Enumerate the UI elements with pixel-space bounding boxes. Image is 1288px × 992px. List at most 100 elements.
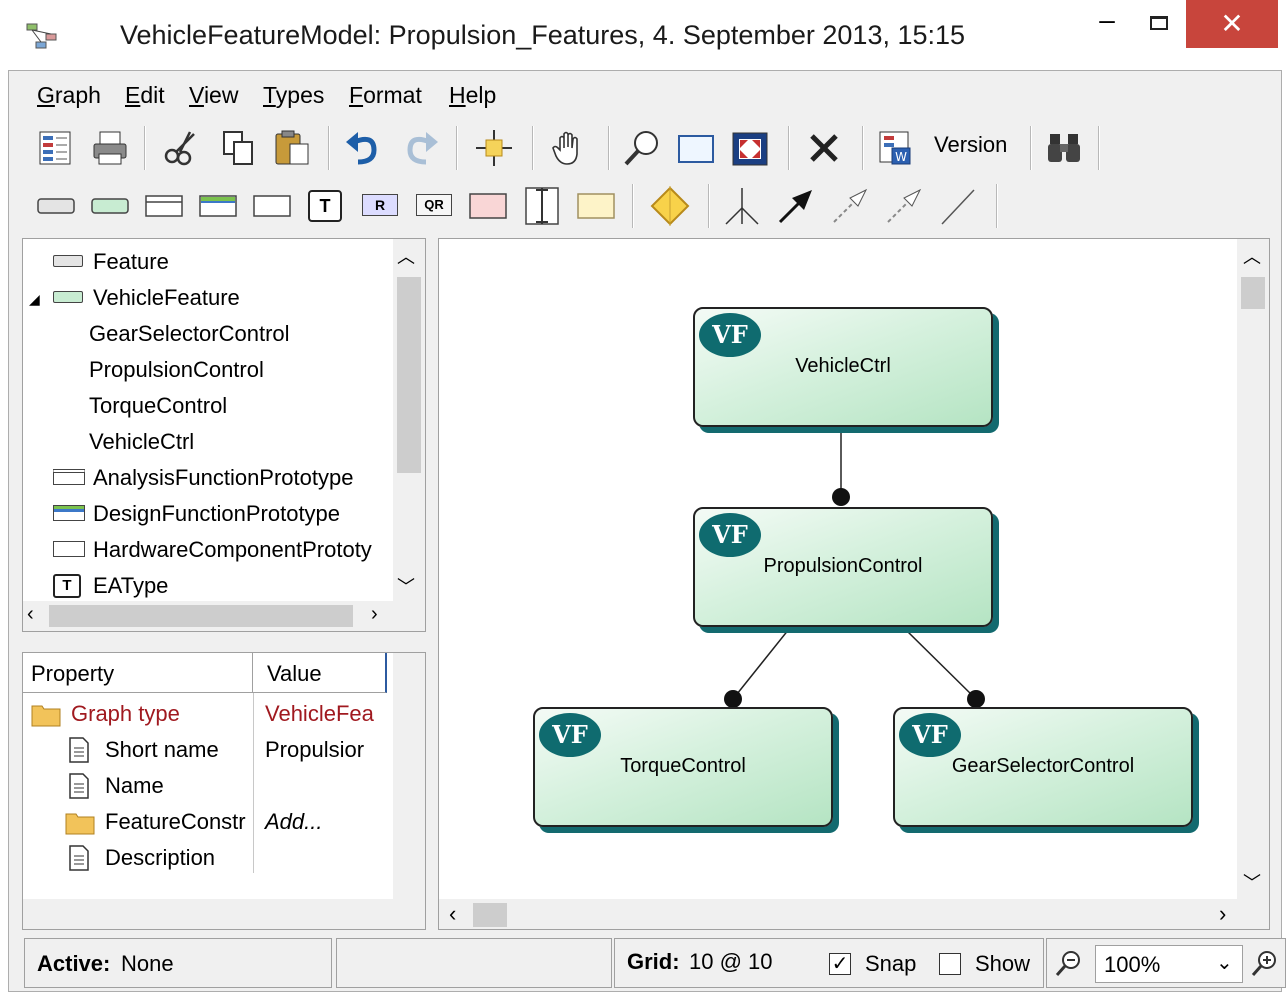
scroll-right-icon[interactable]: ›	[371, 603, 378, 626]
scrollbar-thumb[interactable]	[473, 903, 507, 927]
binoculars-icon[interactable]	[1044, 128, 1084, 168]
active-value: None	[121, 951, 174, 976]
snap-checkbox[interactable]: ✓	[829, 953, 851, 975]
tree-item-vehiclefeature[interactable]: ◢ VehicleFeature	[27, 285, 397, 315]
properties-icon[interactable]	[36, 128, 76, 168]
requirement-shape-icon[interactable]: R	[362, 194, 398, 216]
tree-item-gearselectorcontrol[interactable]: GearSelectorControl	[89, 321, 290, 347]
show-checkbox[interactable]	[939, 953, 961, 975]
delete-icon[interactable]	[804, 128, 844, 168]
paste-icon[interactable]	[272, 128, 312, 168]
hardware-prototype-shape-icon[interactable]	[252, 186, 292, 226]
cut-icon[interactable]	[162, 128, 202, 168]
property-row-short-name[interactable]: Short name Propulsior	[23, 733, 387, 769]
connector-end-dot	[967, 690, 985, 708]
scroll-left-icon[interactable]: ‹	[449, 901, 456, 927]
scroll-up-icon[interactable]: ︿	[1243, 243, 1261, 269]
branch-connector-icon[interactable]	[722, 186, 762, 226]
diagram-canvas[interactable]: VF VehicleCtrl VF PropulsionControl VF T…	[438, 238, 1270, 930]
menu-types[interactable]: Types	[263, 82, 324, 109]
tree-item-analysisfunctionprototype[interactable]: AnalysisFunctionPrototype	[53, 465, 393, 495]
zoom-select[interactable]: 100% ⌄	[1095, 945, 1243, 983]
property-row-name[interactable]: Name	[23, 769, 387, 805]
dashed-arrow-connector-icon[interactable]	[830, 186, 870, 226]
tree-vertical-scrollbar[interactable]: ︿ ﹀	[393, 239, 425, 601]
rectangle-select-icon[interactable]	[676, 128, 716, 168]
grid-status: Grid: 10 @ 10 ✓ Snap Show	[614, 938, 1044, 988]
zoom-icon[interactable]	[622, 128, 662, 168]
pink-shape-icon[interactable]	[468, 186, 508, 226]
diagram-node-torquecontrol[interactable]: VF TorqueControl	[533, 707, 833, 827]
scrollbar-thumb[interactable]	[397, 277, 421, 473]
diamond-connector-icon[interactable]	[650, 186, 690, 226]
scroll-up-icon[interactable]: ︿	[397, 243, 415, 269]
print-icon[interactable]	[90, 128, 130, 168]
vehicle-feature-shape-icon[interactable]	[90, 186, 130, 226]
feature-shape-icon[interactable]	[36, 186, 76, 226]
checkmark-icon: ✓	[831, 953, 849, 975]
property-name: Short name	[105, 737, 219, 762]
scroll-down-icon[interactable]: ﹀	[397, 573, 415, 599]
t-icon: T	[53, 574, 81, 598]
eatype-shape-icon[interactable]: T	[308, 190, 342, 222]
property-column-header[interactable]: Property	[23, 653, 253, 693]
quality-requirement-shape-icon[interactable]: QR	[416, 194, 452, 216]
window-title: VehicleFeatureModel: Propulsion_Features…	[120, 20, 966, 50]
tree-item-feature[interactable]: Feature	[53, 249, 393, 279]
pan-hand-icon[interactable]	[550, 128, 590, 168]
tree-item-propulsioncontrol[interactable]: PropulsionControl	[89, 357, 264, 383]
undo-icon[interactable]	[344, 128, 384, 168]
version-button[interactable]: W Version	[876, 128, 1022, 168]
analysis-prototype-shape-icon[interactable]	[144, 186, 184, 226]
vertical-bar-shape-icon[interactable]	[522, 186, 562, 226]
menu-help[interactable]: Help	[449, 82, 496, 109]
zoom-in-icon[interactable]	[1251, 949, 1279, 977]
status-bar: Active: None Grid: 10 @ 10 ✓ Snap Show 1…	[24, 934, 1286, 992]
scroll-down-icon[interactable]: ﹀	[1243, 869, 1261, 895]
menu-format[interactable]: Format	[349, 82, 422, 109]
scrollbar-thumb[interactable]	[49, 605, 353, 627]
add-link[interactable]: Add...	[265, 809, 322, 835]
property-row-feature-constraint[interactable]: FeatureConstr Add...	[23, 805, 387, 841]
value-column-header[interactable]: Value	[253, 653, 387, 693]
menu-view[interactable]: View	[189, 82, 238, 109]
property-row-description[interactable]: Description	[23, 841, 387, 877]
line-connector-icon[interactable]	[938, 186, 978, 226]
arrow-connector-icon[interactable]	[776, 186, 816, 226]
zoom-out-icon[interactable]	[1055, 949, 1083, 977]
maximize-button[interactable]	[1134, 0, 1184, 50]
scrollbar-thumb[interactable]	[1241, 277, 1265, 309]
property-vertical-scrollbar[interactable]	[393, 653, 425, 929]
design-prototype-shape-icon[interactable]	[198, 186, 238, 226]
diagram-node-vehiclectrl[interactable]: VF VehicleCtrl	[693, 307, 993, 427]
minimize-button[interactable]: –	[1082, 0, 1132, 50]
canvas-horizontal-scrollbar[interactable]: ‹ ›	[439, 899, 1269, 929]
tree-item-hardwarecomponentprototype[interactable]: HardwareComponentPrototy	[53, 537, 393, 567]
note-shape-icon[interactable]	[576, 186, 616, 226]
toolbar-separator	[788, 126, 790, 170]
menu-edit[interactable]: Edit	[125, 82, 165, 109]
property-horizontal-scrollbar[interactable]	[23, 899, 393, 929]
canvas-vertical-scrollbar[interactable]: ︿ ﹀	[1237, 239, 1269, 899]
property-row-graph-type[interactable]: Graph type VehicleFea	[23, 697, 387, 733]
tree-horizontal-scrollbar[interactable]: ‹ ›	[23, 601, 425, 631]
expand-triangle-icon[interactable]: ◢	[29, 285, 40, 313]
tree-item-designfunctionprototype[interactable]: DesignFunctionPrototype	[53, 501, 393, 531]
close-button[interactable]: ✕	[1186, 0, 1278, 48]
diagram-node-propulsioncontrol[interactable]: VF PropulsionControl	[693, 507, 993, 627]
scroll-left-icon[interactable]: ‹	[27, 603, 34, 626]
app-graph-icon	[26, 23, 57, 49]
menu-graph[interactable]: Graph	[37, 82, 101, 109]
shape-toolbar: T R QR	[24, 178, 1286, 236]
tree-item-vehiclectrl[interactable]: VehicleCtrl	[89, 429, 194, 455]
tree-item-torquecontrol[interactable]: TorqueControl	[89, 393, 227, 419]
scroll-right-icon[interactable]: ›	[1219, 901, 1226, 927]
fit-icon[interactable]	[730, 128, 770, 168]
tree-item-eatype[interactable]: T EAType	[53, 573, 393, 603]
grid-label: Grid:	[627, 949, 680, 974]
center-icon[interactable]	[474, 128, 514, 168]
dashed-arrow2-connector-icon[interactable]	[884, 186, 924, 226]
copy-icon[interactable]	[218, 128, 258, 168]
redo-icon[interactable]	[400, 128, 440, 168]
diagram-node-gearselectorcontrol[interactable]: VF GearSelectorControl	[893, 707, 1193, 827]
